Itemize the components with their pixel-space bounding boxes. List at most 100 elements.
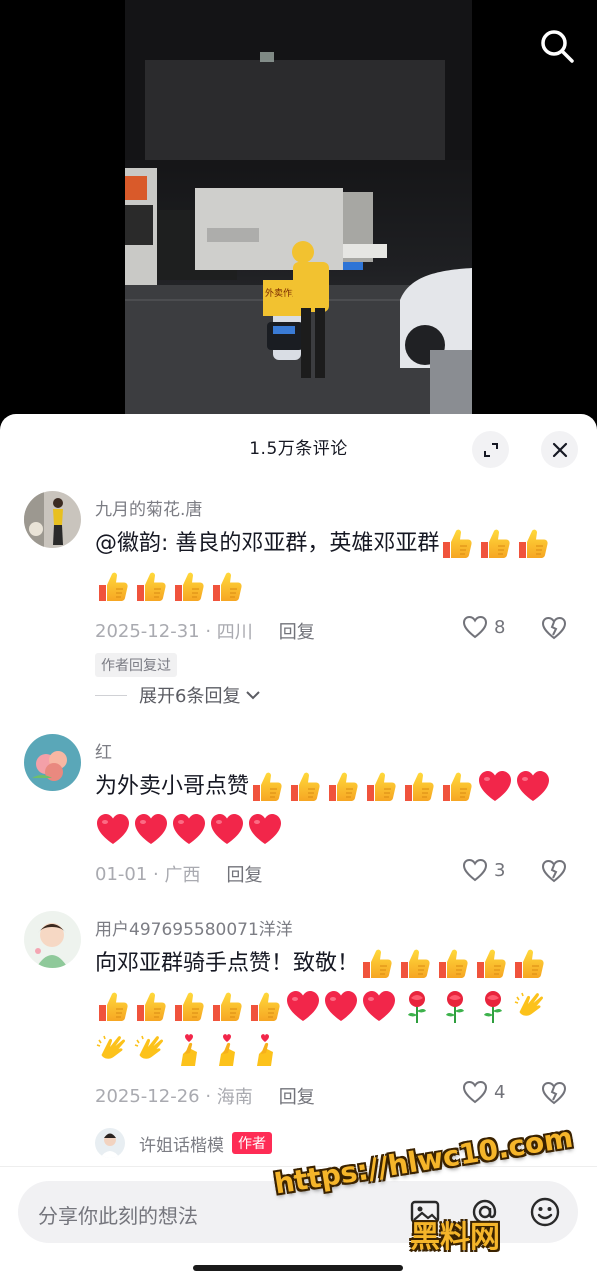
- heart-outline-icon: [462, 858, 488, 882]
- emoji-icon: [530, 1197, 560, 1227]
- sub-reply-row[interactable]: 许姐话楷模 作者: [95, 1128, 272, 1158]
- red-heart-emoji: [323, 989, 359, 1025]
- avatar[interactable]: [95, 1128, 125, 1158]
- red-heart-emoji: [285, 989, 321, 1025]
- comment-input[interactable]: 分享你此刻的想法: [18, 1181, 578, 1243]
- finger-heart-emoji: [171, 1032, 207, 1068]
- thumbs-up-emoji: [473, 946, 509, 982]
- like-count: 4: [494, 1081, 506, 1103]
- heart-outline-icon: [462, 1080, 488, 1104]
- thumbs-up-emoji: [363, 769, 399, 805]
- comment-location: 广西: [164, 865, 201, 886]
- finger-heart-emoji: [209, 1032, 245, 1068]
- comment-meta: 2025-12-26 · 海南 回复: [95, 1083, 315, 1109]
- at-icon: [472, 1199, 497, 1225]
- thumbs-up-emoji: [401, 769, 437, 805]
- close-icon: [552, 442, 567, 457]
- sub-reply-username[interactable]: 许姐话楷模: [139, 1131, 224, 1156]
- comment-username[interactable]: 红: [95, 738, 112, 763]
- thumbs-up-emoji: [439, 526, 475, 562]
- red-heart-emoji: [247, 812, 283, 848]
- video-frame: 外卖作业: [125, 0, 472, 440]
- rose-emoji: [399, 989, 435, 1025]
- red-heart-emoji: [95, 812, 131, 848]
- thumbs-up-emoji: [435, 946, 471, 982]
- clapping-hands-emoji: [133, 1032, 169, 1068]
- like-count: 3: [494, 859, 506, 881]
- thumbs-up-emoji: [95, 569, 131, 605]
- finger-heart-emoji: [247, 1032, 283, 1068]
- expand-replies-button[interactable]: 展开6条回复: [95, 682, 262, 708]
- reply-button[interactable]: 回复: [279, 1083, 315, 1109]
- thumbs-up-emoji: [95, 989, 131, 1025]
- thumbs-up-emoji: [477, 526, 513, 562]
- comment-text: 向邓亚群骑手点赞！致敬！: [95, 944, 549, 984]
- comment-emoji-line: [95, 1030, 285, 1070]
- mention-button[interactable]: [468, 1195, 502, 1233]
- reply-button[interactable]: 回复: [279, 618, 315, 644]
- meta-separator: ·: [147, 863, 165, 885]
- chevron-down-icon: [246, 691, 261, 700]
- like-button[interactable]: 4: [462, 1080, 505, 1104]
- thumbs-up-emoji: [249, 769, 285, 805]
- broken-heart-icon: [541, 859, 567, 883]
- expand-icon: [483, 442, 498, 457]
- search-icon: [541, 30, 574, 63]
- thumbs-up-emoji: [171, 989, 207, 1025]
- video-scene: 外卖作业: [125, 0, 472, 440]
- comment-emoji-line: [95, 567, 247, 607]
- clapping-hands-emoji: [95, 1032, 131, 1068]
- thumbs-up-emoji: [397, 946, 433, 982]
- red-heart-emoji: [171, 812, 207, 848]
- comment-input-placeholder: 分享你此刻的想法: [38, 1204, 198, 1228]
- comment-emoji-line: [95, 987, 551, 1027]
- emoji-button[interactable]: [528, 1195, 562, 1233]
- thumbs-up-emoji: [515, 526, 551, 562]
- dislike-button[interactable]: [541, 1081, 567, 1109]
- video-player[interactable]: 外卖作业: [0, 0, 597, 440]
- avatar-image: [24, 734, 81, 791]
- comment-username[interactable]: 用户497695580071洋洋: [95, 915, 293, 940]
- comment-text-content: 为外卖小哥点赞: [95, 774, 250, 799]
- avatar[interactable]: [24, 911, 81, 968]
- broken-heart-icon: [541, 616, 567, 640]
- comment-date: 2025-12-31: [95, 620, 200, 642]
- image-button[interactable]: [408, 1195, 442, 1233]
- expand-button[interactable]: [472, 431, 509, 468]
- meta-separator: ·: [199, 1085, 217, 1107]
- dislike-button[interactable]: [541, 616, 567, 644]
- author-replied-badge: 作者回复过: [95, 653, 177, 677]
- meta-separator: ·: [199, 620, 217, 642]
- comment-meta: 2025-12-31 · 四川 回复: [95, 618, 315, 644]
- thumbs-up-emoji: [133, 989, 169, 1025]
- comment-text-content: 向邓亚群骑手点赞！致敬！: [95, 951, 360, 976]
- rose-emoji: [437, 989, 473, 1025]
- red-heart-emoji: [361, 989, 397, 1025]
- like-button[interactable]: 8: [462, 615, 505, 639]
- like-count: 8: [494, 616, 506, 638]
- comment-location: 四川: [216, 622, 253, 643]
- thumbs-up-emoji: [247, 989, 283, 1025]
- comment-emoji-line: [95, 810, 285, 850]
- comment-sheet-header: 1.5万条评论: [0, 414, 597, 480]
- thumbs-up-emoji: [133, 569, 169, 605]
- clapping-hands-emoji: [513, 989, 549, 1025]
- like-button[interactable]: 3: [462, 858, 505, 882]
- close-button[interactable]: [541, 431, 578, 468]
- reply-button[interactable]: 回复: [226, 861, 262, 887]
- red-heart-emoji: [133, 812, 169, 848]
- rose-emoji: [475, 989, 511, 1025]
- thumbs-up-emoji: [209, 569, 245, 605]
- thumbs-up-emoji: [511, 946, 547, 982]
- comment-text-content: @徽韵: 善良的邓亚群，英雄邓亚群: [95, 531, 440, 556]
- thumbs-up-emoji: [325, 769, 361, 805]
- dislike-button[interactable]: [541, 859, 567, 887]
- search-button[interactable]: [537, 26, 577, 66]
- avatar[interactable]: [24, 491, 81, 548]
- comment-username[interactable]: 九月的菊花.唐: [95, 495, 202, 520]
- avatar[interactable]: [24, 734, 81, 791]
- comment-location: 海南: [216, 1087, 253, 1108]
- thumbs-up-emoji: [439, 769, 475, 805]
- thumbs-up-emoji: [171, 569, 207, 605]
- comment-date: 2025-12-26: [95, 1085, 200, 1107]
